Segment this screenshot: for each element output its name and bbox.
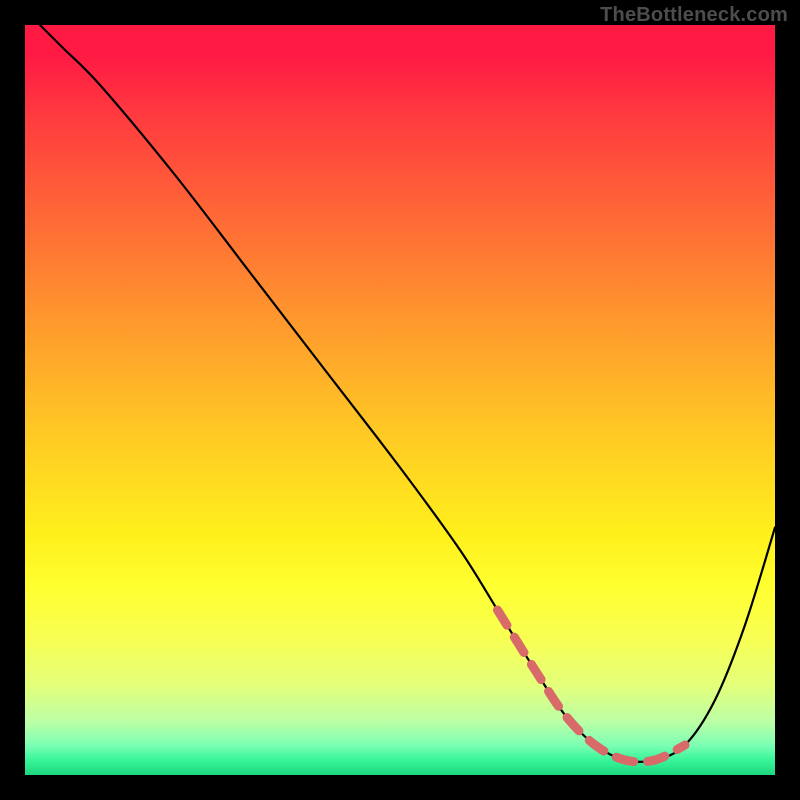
bottleneck-curve [40,25,775,762]
plot-area [25,25,775,775]
curve-layer [25,25,775,775]
chart-container: TheBottleneck.com [0,0,800,800]
marker-segment [498,610,686,762]
attribution-label: TheBottleneck.com [600,4,788,27]
